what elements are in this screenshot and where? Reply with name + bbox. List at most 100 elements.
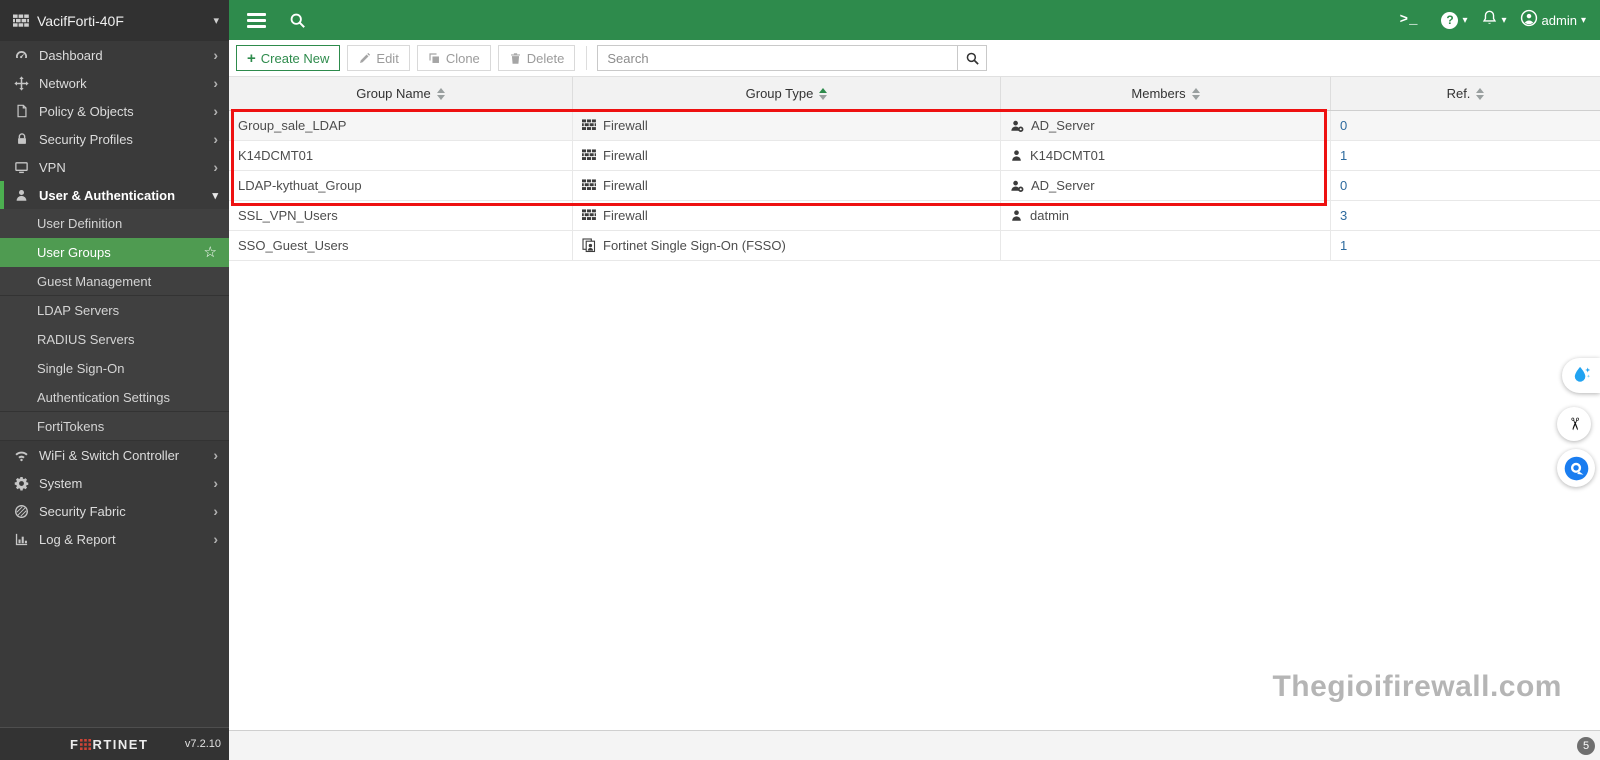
record-count-badge[interactable]: 5	[1577, 737, 1595, 755]
cell-members: datmin	[1000, 201, 1330, 230]
chevron-right-icon: ›	[213, 503, 218, 519]
sidebar-item-user-definition[interactable]: User Definition	[0, 209, 229, 238]
ref-link[interactable]: 3	[1340, 208, 1347, 223]
sidebar-item-security-fabric[interactable]: Security Fabric ›	[0, 497, 229, 525]
global-search-icon[interactable]	[289, 12, 306, 29]
search-button[interactable]	[957, 45, 988, 71]
column-header-members[interactable]: Members	[1000, 77, 1330, 110]
create-new-button[interactable]: + Create New	[236, 45, 341, 71]
logo-text: RTINET	[92, 736, 149, 752]
admin-username: admin	[1541, 12, 1577, 28]
ref-link[interactable]: 0	[1340, 118, 1347, 133]
table-header-row: Group Name Group Type Members Ref.	[229, 76, 1600, 111]
ref-link[interactable]: 1	[1340, 238, 1347, 253]
notifications-menu[interactable]: ▾	[1481, 9, 1507, 31]
table-row[interactable]: Group_sale_LDAP Firewall AD_Server 0	[229, 111, 1600, 141]
admin-menu[interactable]: admin ▾	[1520, 9, 1586, 32]
fortigate-device-icon	[13, 14, 29, 28]
help-menu[interactable]: ? ▾	[1441, 11, 1468, 29]
sidebar-item-single-sign-on[interactable]: Single Sign-On	[0, 354, 229, 383]
sort-icon	[1476, 87, 1485, 100]
device-name: VacifForti-40F	[37, 12, 124, 29]
sidebar-item-security-profiles[interactable]: Security Profiles ›	[0, 125, 229, 153]
user-groups-table: Group Name Group Type Members Ref. Group…	[229, 76, 1600, 261]
sidebar-item-label: Security Fabric	[39, 503, 126, 519]
sidebar-item-authentication-settings[interactable]: Authentication Settings	[0, 383, 229, 412]
chevron-down-icon: ▾	[212, 189, 218, 202]
search-input[interactable]	[597, 45, 958, 71]
table-row[interactable]: LDAP-kythuat_Group Firewall AD_Server 0	[229, 171, 1600, 201]
user-icon	[1010, 209, 1023, 222]
clone-button[interactable]: Clone	[416, 45, 491, 71]
gear-icon	[13, 475, 30, 492]
sidebar-item-policy-objects[interactable]: Policy & Objects ›	[0, 97, 229, 125]
sidebar-item-network[interactable]: Network ›	[0, 69, 229, 97]
ref-link[interactable]: 1	[1340, 148, 1347, 163]
help-icon: ?	[1441, 11, 1459, 29]
app-root: VacifForti-40F ▾ Dashboard › Network › P…	[0, 0, 1600, 760]
logo-dot-grid-icon	[80, 738, 92, 750]
firewall-icon	[582, 209, 596, 222]
chevron-right-icon: ›	[213, 75, 218, 91]
hamburger-menu-icon[interactable]	[247, 12, 266, 28]
sidebar-item-vpn[interactable]: VPN ›	[0, 153, 229, 181]
sort-icon	[436, 87, 445, 100]
cell-group-name: SSL_VPN_Users	[238, 208, 338, 223]
sidebar-item-dashboard[interactable]: Dashboard ›	[0, 41, 229, 69]
sidebar-item-label: Security Profiles	[39, 131, 133, 147]
sidebar-item-guest-management[interactable]: Guest Management	[0, 267, 229, 296]
column-header-group-name[interactable]: Group Name	[229, 77, 572, 110]
chevron-down-icon: ▾	[1580, 14, 1586, 26]
extension-droplet-button[interactable]	[1562, 358, 1600, 393]
extension-chat-button[interactable]	[1557, 449, 1595, 487]
sort-icon	[1191, 87, 1200, 100]
clone-icon	[428, 52, 441, 65]
sidebar-item-radius-servers[interactable]: RADIUS Servers	[0, 325, 229, 354]
button-label: Create New	[260, 50, 330, 66]
sidebar-item-user-groups[interactable]: User Groups ☆	[0, 238, 229, 267]
chevron-down-icon: ▾	[213, 15, 219, 27]
cell-members: AD_Server	[1000, 171, 1330, 200]
ref-link[interactable]: 0	[1340, 178, 1347, 193]
cell-group-name: LDAP-kythuat_Group	[238, 178, 362, 193]
delete-button[interactable]: Delete	[497, 45, 576, 71]
top-bar: >_ ? ▾ ▾ admin ▾	[229, 0, 1600, 40]
column-header-group-type[interactable]: Group Type	[572, 77, 1000, 110]
user-icon	[13, 187, 30, 204]
sidebar-item-log-report[interactable]: Log & Report ›	[0, 525, 229, 553]
fsso-icon	[582, 238, 596, 253]
table-row[interactable]: SSO_Guest_Users Fortinet Single Sign-On …	[229, 231, 1600, 261]
favorite-star-icon[interactable]: ☆	[204, 245, 217, 260]
chevron-right-icon: ›	[213, 159, 218, 175]
user-authentication-submenu: User Definition User Groups ☆ Guest Mana…	[0, 209, 229, 441]
sidebar-item-ldap-servers[interactable]: LDAP Servers	[0, 296, 229, 325]
cell-members	[1000, 231, 1330, 260]
table-row[interactable]: K14DCMT01 Firewall K14DCMT01 1	[229, 141, 1600, 171]
edit-button[interactable]: Edit	[347, 45, 410, 71]
sidebar-item-label: Dashboard	[39, 47, 103, 63]
cli-console-icon[interactable]: >_	[1400, 12, 1419, 28]
chevron-down-icon: ▾	[1501, 14, 1507, 26]
sidebar-item-system[interactable]: System ›	[0, 469, 229, 497]
device-selector[interactable]: VacifForti-40F ▾	[0, 0, 229, 41]
sidebar-item-fortitokens[interactable]: FortiTokens	[0, 412, 229, 441]
cell-ref: 1	[1330, 231, 1600, 260]
cell-ref: 0	[1330, 111, 1600, 140]
table-search	[597, 45, 988, 71]
sidebar-item-label: User & Authentication	[39, 187, 176, 203]
sidebar-item-wifi-switch-controller[interactable]: WiFi & Switch Controller ›	[0, 441, 229, 469]
cell-group-type: Fortinet Single Sign-On (FSSO)	[572, 231, 1000, 260]
lock-icon	[13, 131, 30, 148]
bell-icon	[1481, 9, 1498, 31]
sidebar-footer: F RTINET v7.2.10	[0, 727, 229, 760]
cell-group-type: Firewall	[572, 141, 1000, 170]
sidebar-item-user-authentication[interactable]: User & Authentication ▾	[0, 181, 229, 209]
sidebar-item-label: Network	[39, 75, 87, 91]
column-header-ref[interactable]: Ref.	[1330, 77, 1600, 110]
sidebar-item-label: User Groups	[37, 245, 111, 260]
sidebar-item-label: FortiTokens	[37, 418, 105, 434]
table-row[interactable]: SSL_VPN_Users Firewall datmin 3	[229, 201, 1600, 231]
sidebar-item-label: Single Sign-On	[37, 361, 125, 376]
extension-scissors-button[interactable]: ✂	[1557, 407, 1591, 441]
